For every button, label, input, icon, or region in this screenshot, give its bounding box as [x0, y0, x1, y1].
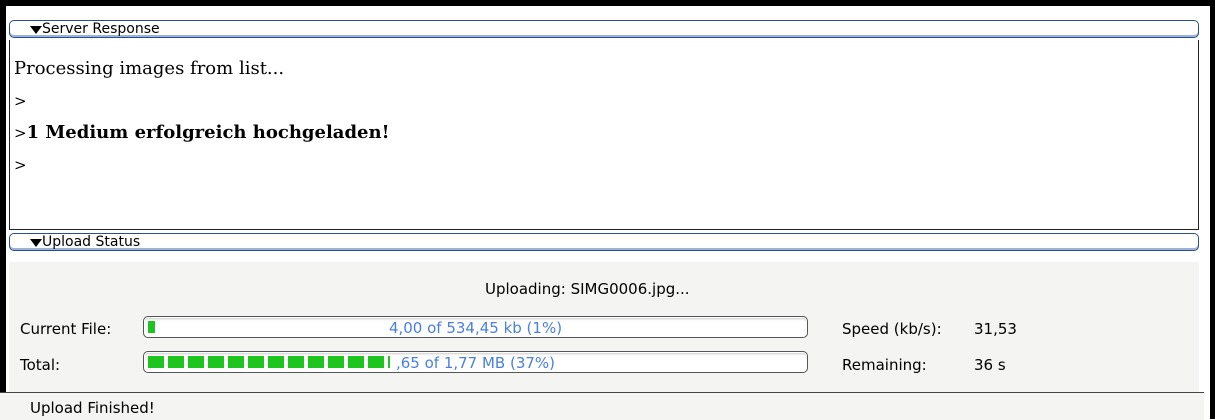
total-label: Total: [20, 356, 61, 374]
upload-status-panel: Uploading: SIMG0006.jpg... Current File:… [9, 262, 1199, 392]
collapse-triangle-icon[interactable] [30, 239, 42, 247]
response-line-3: >1 Medium erfolgreich hochgeladen! [14, 122, 389, 143]
server-response-title: Server Response [42, 21, 160, 37]
current-file-progress-text: 4,00 of 534,45 kb (1%) [388, 319, 563, 337]
speed-value: 31,53 [974, 320, 1017, 338]
current-file-label: Current File: [20, 320, 112, 338]
uploading-filename: Uploading: SIMG0006.jpg... [485, 280, 690, 298]
upload-status-header[interactable]: Upload Status [9, 233, 1199, 251]
prompt-marker: > [14, 124, 27, 142]
total-progress-text: ,65 of 1,77 MB (37%) [395, 354, 556, 372]
total-progress-bar: ,65 of 1,77 MB (37%) [143, 351, 808, 373]
status-text: Upload Finished! [30, 399, 155, 417]
success-message: 1 Medium erfolgreich hochgeladen! [26, 122, 390, 143]
current-file-progress-bar: 4,00 of 534,45 kb (1%) [143, 316, 808, 338]
speed-label: Speed (kb/s): [842, 320, 942, 338]
response-line-4: > [14, 156, 27, 174]
response-line-1: Processing images from list... [14, 58, 285, 79]
server-response-header[interactable]: Server Response [9, 20, 1199, 38]
status-bar: Upload Finished! [0, 392, 1204, 420]
upload-status-title: Upload Status [42, 234, 141, 250]
response-line-2: > [14, 92, 27, 110]
remaining-label: Remaining: [842, 356, 927, 374]
collapse-triangle-icon[interactable] [30, 26, 42, 34]
remaining-value: 36 s [974, 356, 1006, 374]
server-response-panel: Processing images from list... > >1 Medi… [9, 40, 1199, 230]
